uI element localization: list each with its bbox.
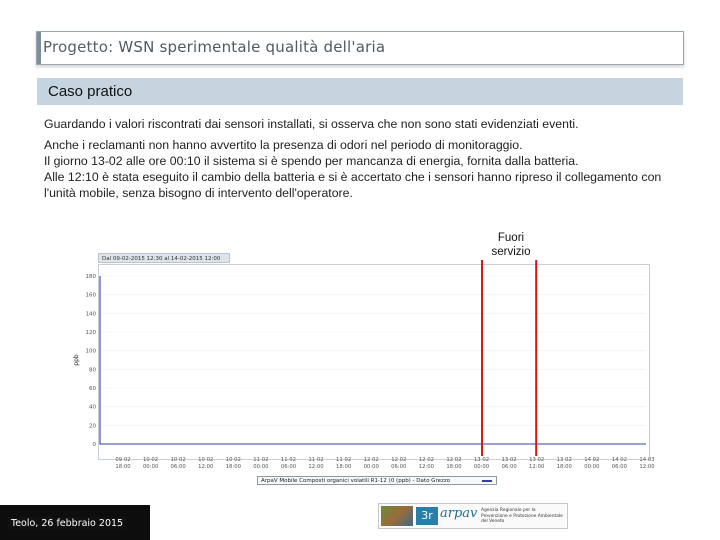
slide-title: Progetto: WSN sperimentale qualità dell'… <box>43 38 385 56</box>
x-tick-label: 00:00 <box>143 464 159 470</box>
logo-mark: 3r <box>416 507 438 525</box>
x-tick-label: 09 02 <box>115 457 130 463</box>
outage-annotation-line2: servizio <box>491 246 531 258</box>
x-tick-label: 10 02 <box>198 457 213 463</box>
x-tick-label: 00:00 <box>584 464 600 470</box>
x-tick-label: 12 02 <box>446 457 461 463</box>
x-tick-label: 11 02 <box>253 457 268 463</box>
section-header: Caso pratico <box>37 78 683 105</box>
outage-annotation-line1: Fuori <box>497 232 525 244</box>
paragraph-4: Alle 12:10 è stata eseguito il cambio de… <box>44 170 662 200</box>
x-tick-label: 18:00 <box>557 464 573 470</box>
x-tick-label: 10 02 <box>171 457 186 463</box>
x-tick-label: 13 02 <box>502 457 517 463</box>
x-tick-label: 00:00 <box>253 464 269 470</box>
x-tick-label: 18:00 <box>226 464 242 470</box>
arpav-logo: 3r arpav Agenzia Regionale per la Preven… <box>378 503 568 529</box>
x-tick-label: 14 02 <box>584 457 599 463</box>
title-main: WSN sperimentale qualità dell'aria <box>118 38 386 56</box>
x-tick-label: 11 02 <box>336 457 351 463</box>
paragraph-1: Guardando i valori riscontrati dai senso… <box>44 117 579 131</box>
x-tick-label: 00:00 <box>364 464 380 470</box>
y-tick-label: 40 <box>89 405 96 411</box>
y-tick-label: 180 <box>86 274 97 280</box>
x-tick-label: 12:00 <box>639 464 655 470</box>
x-tick-label: 13 02 <box>557 457 572 463</box>
x-tick-label: 12:00 <box>419 464 435 470</box>
x-tick-label: 18:00 <box>336 464 352 470</box>
x-tick-label: 14 02 <box>612 457 627 463</box>
y-tick-label: 160 <box>86 293 97 299</box>
x-tick-label: 06:00 <box>281 464 297 470</box>
x-tick-label: 13 02 <box>529 457 544 463</box>
x-tick-label: 10 02 <box>226 457 241 463</box>
y-tick-label: 60 <box>89 386 96 392</box>
x-tick-label: 12:00 <box>308 464 324 470</box>
x-tick-label: 06:00 <box>171 464 187 470</box>
legend-label: ArpaV Mobile Composti organici volatili … <box>261 478 451 484</box>
x-tick-label: 14 03 <box>639 457 654 463</box>
chart-legend: ArpaV Mobile Composti organici volatili … <box>257 476 497 485</box>
paragraph-2: Anche i reclamanti non hanno avvertito l… <box>44 138 523 152</box>
series-line <box>99 276 646 445</box>
y-tick-label: 80 <box>89 367 96 373</box>
y-tick-label: 0 <box>93 442 97 448</box>
y-tick-label: 120 <box>86 330 97 336</box>
chart-svg: 180160140120100806040200ppb09 0218:0010 … <box>73 260 655 470</box>
y-tick-label: 20 <box>89 423 96 429</box>
x-tick-label: 13 02 <box>474 457 489 463</box>
x-tick-label: 11 02 <box>281 457 296 463</box>
logo-photo <box>381 506 413 526</box>
x-tick-label: 12:00 <box>198 464 214 470</box>
legend-swatch <box>482 480 492 482</box>
x-tick-label: 18:00 <box>115 464 131 470</box>
x-tick-label: 11 02 <box>308 457 323 463</box>
x-tick-label: 06:00 <box>612 464 628 470</box>
y-tick-label: 100 <box>86 349 97 355</box>
y-axis-label: ppb <box>73 354 80 366</box>
paragraph-3: Il giorno 13-02 alle ore 00:10 il sistem… <box>44 154 579 168</box>
x-tick-label: 12:00 <box>529 464 545 470</box>
slide-title-box: Progetto: WSN sperimentale qualità dell'… <box>36 31 684 65</box>
title-prefix: Progetto: <box>43 38 114 56</box>
outage-annotation: Fuori servizio <box>484 231 538 259</box>
x-tick-label: 06:00 <box>391 464 407 470</box>
title-accent-bar <box>37 32 41 64</box>
logo-name: arpav <box>440 506 478 521</box>
y-tick-label: 140 <box>86 311 97 317</box>
section-label: Caso pratico <box>48 83 133 100</box>
x-tick-label: 12 02 <box>364 457 379 463</box>
x-tick-label: 10 02 <box>143 457 158 463</box>
x-tick-label: 18:00 <box>446 464 462 470</box>
footer-date: Teolo, 26 febbraio 2015 <box>8 517 127 530</box>
body-text: Guardando i valori riscontrati dai senso… <box>44 116 674 201</box>
x-tick-label: 00:00 <box>474 464 490 470</box>
x-tick-label: 12 02 <box>419 457 434 463</box>
chart: Dal 09-02-2015 12:30 al 14-02-2015 12:00… <box>72 250 660 486</box>
logo-agency-text: Agenzia Regionale per la Prevenzione e P… <box>481 508 563 524</box>
x-tick-label: 12 02 <box>391 457 406 463</box>
x-tick-label: 06:00 <box>501 464 517 470</box>
